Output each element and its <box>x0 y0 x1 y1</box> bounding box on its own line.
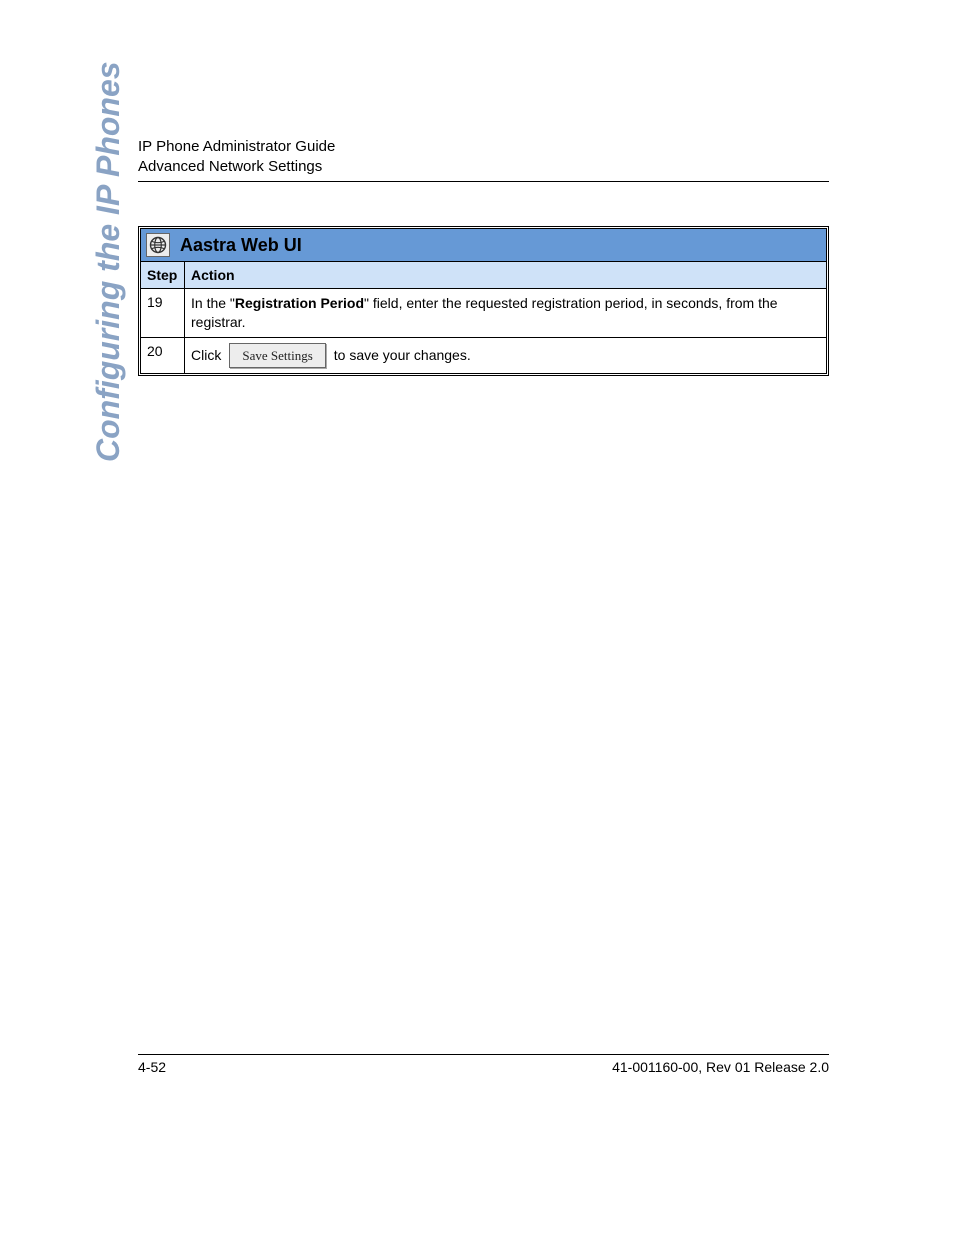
globe-icon <box>146 233 170 257</box>
page-header: IP Phone Administrator Guide Advanced Ne… <box>138 138 829 182</box>
section-side-title: Configuring the IP Phones <box>90 61 127 462</box>
header-divider <box>138 181 829 182</box>
action-cell: In the "Registration Period" field, ente… <box>185 289 826 337</box>
column-header-action: Action <box>185 262 826 288</box>
column-header-step: Step <box>141 262 185 288</box>
table-title-text: Aastra Web UI <box>180 235 302 256</box>
action-text-post: to save your changes. <box>334 346 471 365</box>
save-settings-button[interactable]: Save Settings <box>229 343 325 369</box>
action-cell: Click Save Settings to save your changes… <box>185 338 826 374</box>
page-number: 4-52 <box>138 1059 166 1075</box>
action-text-pre: Click <box>191 346 221 365</box>
table-header-row: Step Action <box>141 262 826 289</box>
step-cell: 19 <box>141 289 185 337</box>
page-footer: 4-52 41-001160-00, Rev 01 Release 2.0 <box>138 1054 829 1075</box>
action-text-pre: In the " <box>191 295 235 311</box>
footer-divider <box>138 1054 829 1055</box>
table-title-row: Aastra Web UI <box>141 229 826 262</box>
action-text-bold: Registration Period <box>235 295 364 311</box>
table-row: 20 Click Save Settings to save your chan… <box>141 338 826 374</box>
procedure-table: Aastra Web UI Step Action 19 In the "Reg… <box>138 226 829 376</box>
doc-revision: 41-001160-00, Rev 01 Release 2.0 <box>612 1059 829 1075</box>
table-row: 19 In the "Registration Period" field, e… <box>141 289 826 338</box>
step-cell: 20 <box>141 338 185 374</box>
header-subtitle: Advanced Network Settings <box>138 158 829 175</box>
header-title: IP Phone Administrator Guide <box>138 138 829 155</box>
